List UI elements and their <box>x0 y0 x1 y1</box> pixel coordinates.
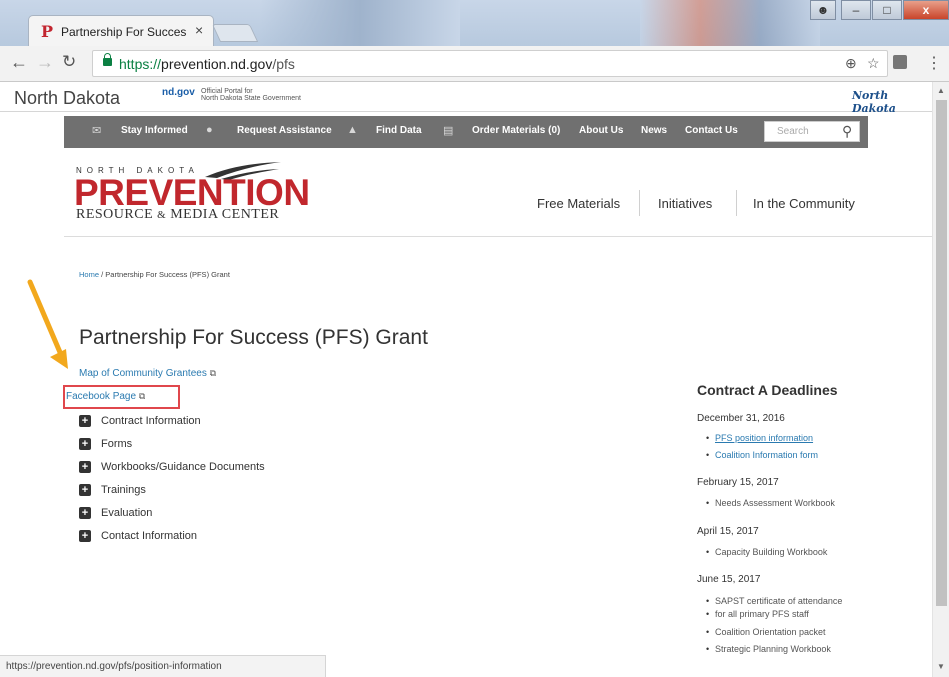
breadcrumb-current: Partnership For Success (PFS) Grant <box>105 270 230 279</box>
external-link-icon: ⧉ <box>209 368 217 378</box>
accordion-label: Contract Information <box>101 415 201 427</box>
map-grantees-link[interactable]: Map of Community Grantees ⧉ <box>79 368 216 379</box>
minimize-button[interactable]: – <box>841 0 871 20</box>
nd-gov-logo[interactable]: nd.gov <box>162 87 195 98</box>
chart-icon: ▲ <box>347 124 358 136</box>
main-nav: ✉ Stay Informed ● Request Assistance ▲ F… <box>64 116 868 148</box>
breadcrumb: Home / Partnership For Success (PFS) Gra… <box>79 270 230 279</box>
deadline-date: April 15, 2017 <box>697 526 759 537</box>
nav-find-data[interactable]: Find Data <box>376 125 422 136</box>
external-link-icon: ⧉ <box>138 391 146 401</box>
blurred-background <box>260 0 460 46</box>
nav-news[interactable]: News <box>641 125 667 136</box>
accordion-label: Evaluation <box>101 507 153 519</box>
nav-initiatives[interactable]: Initiatives <box>658 196 712 211</box>
mail-icon: ✉ <box>92 125 102 137</box>
status-url: https://prevention.nd.gov/pfs/position-i… <box>6 661 222 672</box>
page-scrollbar[interactable]: ▲ ▼ <box>932 82 949 677</box>
address-bar[interactable]: https://prevention.nd.gov/pfs ⊕ ☆ <box>92 50 888 77</box>
page-title: Partnership For Success (PFS) Grant <box>79 326 428 349</box>
close-window-button[interactable]: x <box>903 0 949 20</box>
expand-plus-icon[interactable]: + <box>79 507 91 519</box>
logo-subtitle: RESOURCE & MEDIA CENTER <box>76 207 280 222</box>
bookmark-star-icon[interactable]: ☆ <box>867 55 880 72</box>
browser-menu-icon[interactable]: ⋮ <box>926 53 942 73</box>
deadline-date: June 15, 2017 <box>697 574 761 585</box>
nav-order-materials[interactable]: Order Materials (0) <box>472 125 560 136</box>
nav-stay-informed[interactable]: Stay Informed <box>121 125 188 136</box>
nav-contact-us[interactable]: Contact Us <box>685 125 738 136</box>
accordion-label: Forms <box>101 438 133 450</box>
expand-plus-icon[interactable]: + <box>79 484 91 496</box>
cart-icon: ▤ <box>443 125 454 137</box>
north-dakota-title[interactable]: North Dakota <box>14 88 120 109</box>
nav-free-materials[interactable]: Free Materials <box>537 196 620 211</box>
scroll-down-arrow-icon[interactable]: ▼ <box>937 662 945 671</box>
zoom-icon[interactable]: ⊕ <box>845 55 857 72</box>
tab-title: Partnership For Success ( <box>61 25 186 39</box>
chat-icon: ● <box>206 124 213 136</box>
blurred-background <box>640 0 820 46</box>
nd-portal-bar: North Dakota nd.gov Official Portal for N… <box>0 82 932 115</box>
nav-divider <box>736 190 737 216</box>
favicon-icon: P <box>41 22 54 41</box>
deadline-date: February 15, 2017 <box>697 477 779 488</box>
forward-arrow-icon[interactable]: → <box>36 52 54 73</box>
reload-icon[interactable]: ↻ <box>62 52 76 72</box>
browser-tab[interactable]: P Partnership For Success ( × <box>28 15 214 46</box>
window-controls: ☻ – □ x <box>809 0 949 22</box>
accordion-label: Contact Information <box>101 530 197 542</box>
north-dakota-logo[interactable]: North Dakota <box>852 89 932 115</box>
url-text: https://prevention.nd.gov/pfs <box>119 56 295 72</box>
nav-about-us[interactable]: About Us <box>579 125 623 136</box>
breadcrumb-home-link[interactable]: Home <box>79 270 99 279</box>
deadline-date: December 31, 2016 <box>697 413 785 424</box>
nav-in-the-community[interactable]: In the Community <box>753 196 855 211</box>
portal-caption: Official Portal for North Dakota State Go… <box>201 88 301 102</box>
page-viewport: North Dakota nd.gov Official Portal for N… <box>0 82 932 655</box>
extension-icon[interactable] <box>893 55 907 69</box>
browser-tab-strip: P Partnership For Success ( × ☻ – □ x <box>0 0 949 46</box>
search-input[interactable]: Search ⚲ <box>764 121 860 142</box>
browser-toolbar: ← → ↻ https://prevention.nd.gov/pfs ⊕ ☆ … <box>0 46 949 82</box>
coalition-form-link[interactable]: Coalition Information form <box>715 450 818 460</box>
scroll-thumb[interactable] <box>936 100 947 606</box>
scroll-up-arrow-icon[interactable]: ▲ <box>937 86 945 95</box>
maximize-button[interactable]: □ <box>872 0 902 20</box>
status-bar: https://prevention.nd.gov/pfs/position-i… <box>0 655 326 677</box>
nav-request-assistance[interactable]: Request Assistance <box>237 125 332 136</box>
nav-divider <box>639 190 640 216</box>
accordion-label: Trainings <box>101 484 146 496</box>
user-profile-icon[interactable]: ☻ <box>810 0 836 20</box>
facebook-page-link[interactable]: Facebook Page ⧉ <box>66 391 145 402</box>
expand-plus-icon[interactable]: + <box>79 415 91 427</box>
deadlines-title: Contract A Deadlines <box>697 382 838 398</box>
new-tab-button[interactable] <box>211 24 259 42</box>
close-tab-icon[interactable]: × <box>195 22 203 38</box>
accordion-label: Workbooks/Guidance Documents <box>101 461 265 473</box>
header-divider <box>64 236 932 237</box>
search-placeholder: Search <box>777 126 809 137</box>
search-icon[interactable]: ⚲ <box>842 123 852 140</box>
expand-plus-icon[interactable]: + <box>79 438 91 450</box>
lock-icon <box>103 53 112 66</box>
back-arrow-icon[interactable]: ← <box>10 52 28 73</box>
annotation-arrow-icon <box>27 279 68 369</box>
expand-plus-icon[interactable]: + <box>79 461 91 473</box>
pfs-position-link[interactable]: PFS position information <box>715 433 813 443</box>
expand-plus-icon[interactable]: + <box>79 530 91 542</box>
